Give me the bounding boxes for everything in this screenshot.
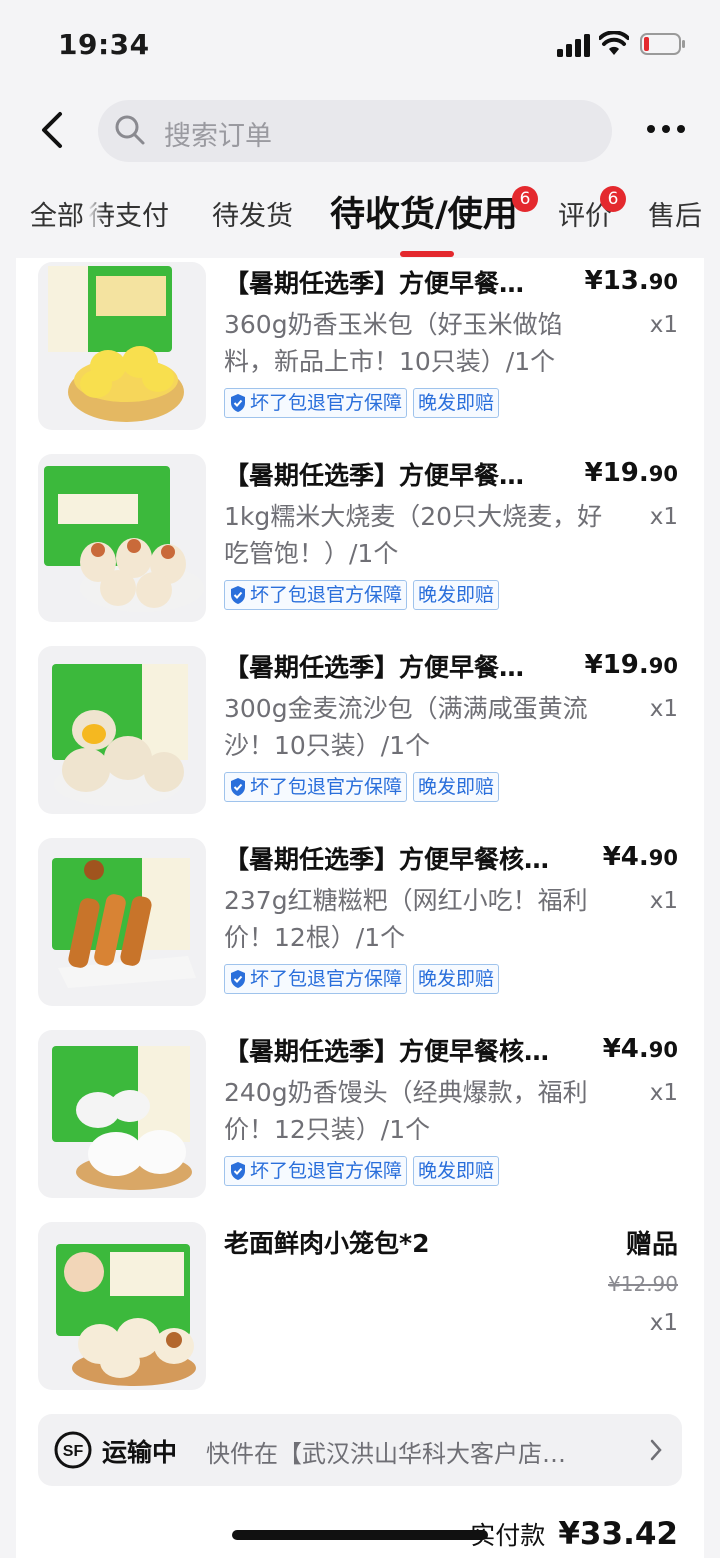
- shipping-status-row[interactable]: SF 运输中 快件在【武汉洪山华科大客户店…: [38, 1414, 682, 1486]
- item-price: ¥19.90: [584, 650, 678, 680]
- status-time: 19:34: [58, 28, 150, 61]
- item-description: 300g金麦流沙包（满满咸蛋黄流沙！10只装）/1个: [224, 694, 588, 760]
- item-price: ¥4.90: [602, 1034, 678, 1064]
- product-image[interactable]: [38, 1030, 206, 1198]
- guarantee-tag: 坏了包退官方保障: [224, 580, 408, 610]
- item-description: 240g奶香馒头（经典爆款，福利价！12只装）/1个: [224, 1078, 588, 1144]
- item-quantity: x1: [649, 696, 678, 722]
- home-indicator[interactable]: [232, 1530, 488, 1540]
- shield-check-icon: [231, 1162, 245, 1180]
- guarantee-tag: 坏了包退官方保障: [224, 1156, 408, 1186]
- order-item[interactable]: 【暑期任选季】方便早餐核… ¥4.90 240g奶香馒头（经典爆款，福利价！12…: [16, 1026, 704, 1202]
- shipping-detail: 快件在【武汉洪山华科大客户店…: [206, 1440, 566, 1468]
- item-title: 【暑期任选季】方便早餐…: [224, 653, 525, 682]
- active-tab-indicator: [400, 251, 454, 257]
- order-item[interactable]: 【暑期任选季】方便早餐… ¥19.90 1kg糯米大烧麦（20只大烧麦，好吃管饱…: [16, 450, 704, 626]
- guarantee-tag: 坏了包退官方保障: [224, 964, 408, 994]
- product-image[interactable]: [38, 454, 206, 622]
- product-image[interactable]: [38, 262, 206, 430]
- search-placeholder: 搜索订单: [164, 121, 272, 152]
- item-description: 360g奶香玉米包（好玉米做馅料，新品上市！10只装）/1个: [224, 310, 563, 376]
- tab-pending-shipment[interactable]: 待发货: [212, 194, 293, 233]
- search-icon: [115, 115, 145, 145]
- order-item[interactable]: 【暑期任选季】方便早餐… ¥13.90 360g奶香玉米包（好玉米做馅料，新品上…: [16, 258, 704, 434]
- order-card: 【暑期任选季】方便早餐… ¥13.90 360g奶香玉米包（好玉米做馅料，新品上…: [16, 258, 704, 1558]
- item-quantity: x1: [649, 504, 678, 530]
- gift-item[interactable]: 老面鲜肉小笼包*2 赠品 ¥12.90 x1: [16, 1218, 704, 1394]
- item-description: 1kg糯米大烧麦（20只大烧麦，好吃管饱！）/1个: [224, 502, 603, 568]
- item-title: 【暑期任选季】方便早餐核…: [224, 1037, 550, 1066]
- item-price: ¥19.90: [584, 458, 678, 488]
- search-input[interactable]: 搜索订单: [98, 100, 612, 162]
- item-title: 【暑期任选季】方便早餐…: [224, 269, 525, 298]
- service-tags: 坏了包退官方保障 晚发即赔: [224, 1156, 500, 1188]
- total-amount: ¥33.42: [558, 1516, 678, 1552]
- service-tags: 坏了包退官方保障 晚发即赔: [224, 964, 500, 996]
- item-quantity: x1: [649, 312, 678, 338]
- signal-icon: [557, 34, 590, 57]
- product-image[interactable]: [38, 1222, 206, 1390]
- order-item[interactable]: 【暑期任选季】方便早餐… ¥19.90 300g金麦流沙包（满满咸蛋黄流沙！10…: [16, 642, 704, 818]
- item-quantity: x1: [649, 1310, 678, 1336]
- item-title: 【暑期任选季】方便早餐…: [224, 461, 525, 490]
- tab-all[interactable]: 全部: [30, 194, 84, 233]
- item-quantity: x1: [649, 888, 678, 914]
- service-tags: 坏了包退官方保障 晚发即赔: [224, 388, 500, 420]
- shipping-status: 运输中: [102, 1438, 178, 1467]
- chevron-right-icon: [650, 1439, 662, 1461]
- shield-check-icon: [231, 586, 245, 604]
- item-price: ¥13.90: [584, 266, 678, 296]
- original-price: ¥12.90: [608, 1272, 678, 1296]
- late-delivery-tag: 晚发即赔: [413, 1156, 500, 1186]
- battery-icon: [640, 33, 685, 55]
- product-image[interactable]: [38, 646, 206, 814]
- shield-check-icon: [231, 778, 245, 796]
- gift-label: 赠品: [625, 1230, 678, 1260]
- guarantee-tag: 坏了包退官方保障: [224, 388, 408, 418]
- tab-pending-receipt[interactable]: 待收货/使用: [330, 186, 518, 237]
- sf-express-icon: SF: [54, 1431, 92, 1469]
- tab-after-sale[interactable]: 售后: [648, 194, 702, 233]
- item-title: 老面鲜肉小笼包*2: [224, 1229, 430, 1258]
- late-delivery-tag: 晚发即赔: [413, 388, 500, 418]
- svg-text:SF: SF: [63, 1443, 84, 1460]
- item-description: 237g红糖糍粑（网红小吃！福利价！12根）/1个: [224, 886, 588, 952]
- product-image[interactable]: [38, 838, 206, 1006]
- item-quantity: x1: [649, 1080, 678, 1106]
- back-arrow-icon[interactable]: [36, 108, 70, 152]
- header: 搜索订单: [0, 92, 720, 172]
- item-title: 【暑期任选季】方便早餐核…: [224, 845, 550, 874]
- wifi-icon: [599, 31, 629, 55]
- item-price: ¥4.90: [602, 842, 678, 872]
- shield-check-icon: [231, 970, 245, 988]
- order-item[interactable]: 【暑期任选季】方便早餐核… ¥4.90 237g红糖糍粑（网红小吃！福利价！12…: [16, 834, 704, 1010]
- late-delivery-tag: 晚发即赔: [413, 772, 500, 802]
- more-icon[interactable]: [646, 122, 686, 136]
- service-tags: 坏了包退官方保障 晚发即赔: [224, 772, 500, 804]
- order-tabs: 全部 待支付 待发货 待收货/使用 6 评价 6 售后: [0, 180, 720, 258]
- late-delivery-tag: 晚发即赔: [413, 964, 500, 994]
- status-bar: 19:34: [0, 0, 720, 92]
- tab-fade-edge: [88, 180, 104, 258]
- order-total: 实付款 ¥33.42: [470, 1516, 678, 1552]
- shield-check-icon: [231, 394, 245, 412]
- tab-review-badge: 6: [600, 186, 626, 212]
- late-delivery-tag: 晚发即赔: [413, 580, 500, 610]
- service-tags: 坏了包退官方保障 晚发即赔: [224, 580, 500, 612]
- tab-pending-receipt-badge: 6: [512, 186, 538, 212]
- guarantee-tag: 坏了包退官方保障: [224, 772, 408, 802]
